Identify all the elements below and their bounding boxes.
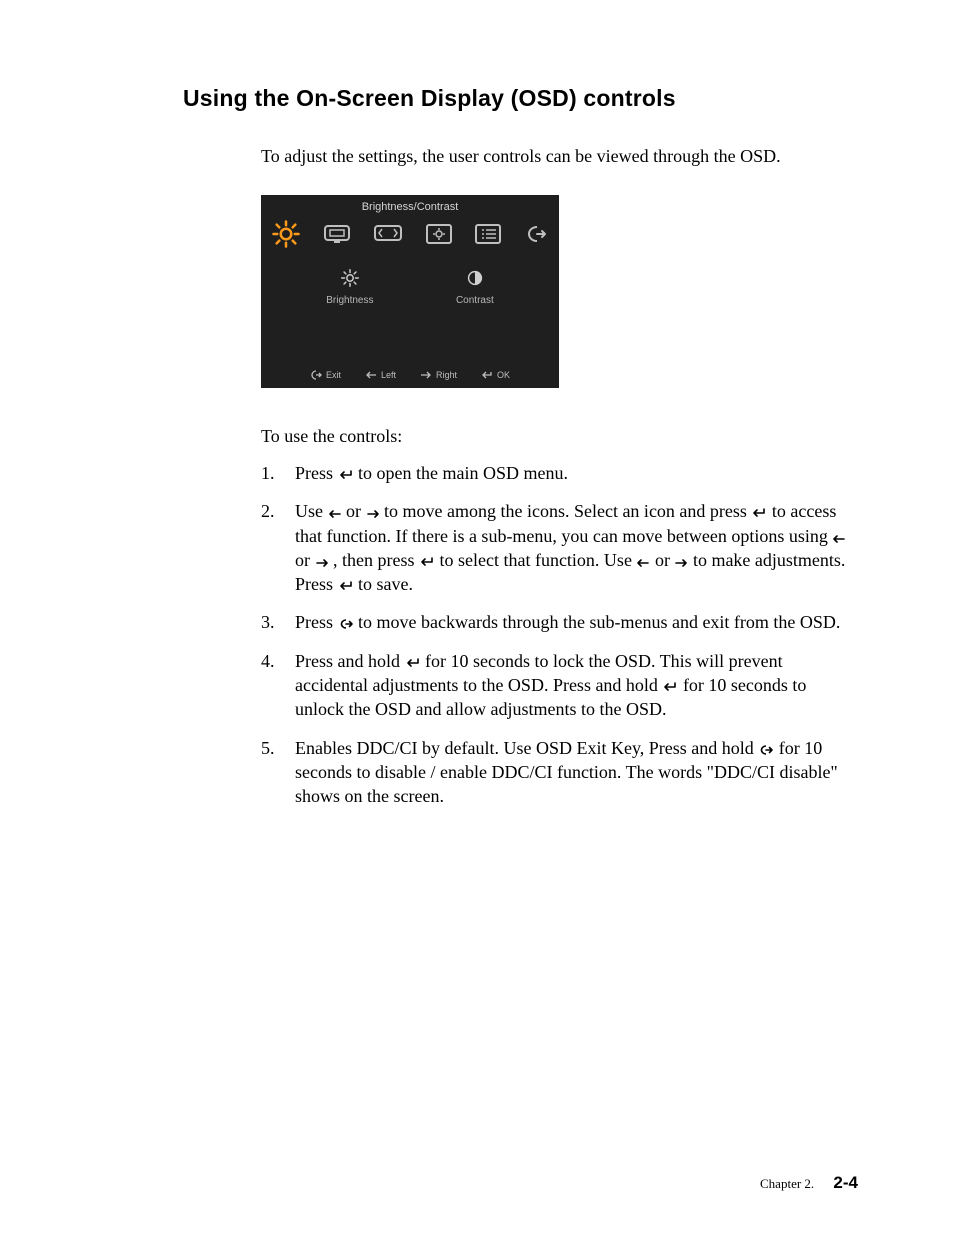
left-arrow-icon <box>832 534 846 544</box>
brightness-contrast-tab-icon <box>271 219 301 249</box>
osd-hint-left: Left <box>365 370 396 380</box>
brightness-label: Brightness <box>326 295 373 306</box>
enter-icon <box>338 580 354 592</box>
image-properties-tab-icon <box>373 223 403 245</box>
to-use-label: To use the controls: <box>261 426 858 447</box>
osd-hint-ok: OK <box>481 370 510 380</box>
exit-icon <box>758 744 774 756</box>
page-number: 2-4 <box>833 1173 858 1192</box>
left-arrow-icon <box>636 558 650 568</box>
chapter-label: Chapter 2. <box>760 1176 814 1191</box>
options-tab-icon <box>425 223 453 245</box>
osd-menu-figure: Brightness/Contrast <box>261 195 559 388</box>
page-footer: Chapter 2. 2-4 <box>760 1173 858 1193</box>
image-position-tab-icon <box>322 223 352 245</box>
enter-icon <box>338 469 354 481</box>
exit-icon <box>310 370 322 380</box>
menu-tab-icon <box>474 223 502 245</box>
brightness-submenu: Brightness <box>326 267 373 306</box>
right-arrow-icon <box>674 558 688 568</box>
right-arrow-icon <box>315 558 329 568</box>
instruction-4: 4. Press and hold for 10 seconds to lock… <box>261 649 858 722</box>
osd-footer-hints: Exit Left Right OK <box>261 364 559 388</box>
left-arrow-icon <box>365 371 377 379</box>
instruction-2: 2. Use or to move among the icons. Selec… <box>261 499 858 596</box>
osd-title: Brightness/Contrast <box>261 195 559 219</box>
osd-tab-row <box>261 219 559 259</box>
instruction-5: 5. Enables DDC/CI by default. Use OSD Ex… <box>261 736 858 809</box>
enter-icon <box>481 371 493 379</box>
right-arrow-icon <box>420 371 432 379</box>
contrast-submenu: Contrast <box>456 267 494 306</box>
enter-icon <box>405 657 421 669</box>
enter-icon <box>662 681 678 693</box>
exit-icon <box>338 618 354 630</box>
intro-paragraph: To adjust the settings, the user control… <box>261 146 858 167</box>
instruction-1: 1. Press to open the main OSD menu. <box>261 461 858 485</box>
osd-hint-exit: Exit <box>310 370 341 380</box>
instruction-list: 1. Press to open the main OSD menu. 2. U… <box>261 461 858 809</box>
osd-submenu-row: Brightness Contrast <box>261 259 559 306</box>
section-heading: Using the On-Screen Display (OSD) contro… <box>183 85 858 112</box>
contrast-label: Contrast <box>456 295 494 306</box>
exit-tab-icon <box>523 223 549 245</box>
osd-hint-right: Right <box>420 370 457 380</box>
enter-icon <box>419 556 435 568</box>
instruction-3: 3. Press to move backwards through the s… <box>261 610 858 634</box>
right-arrow-icon <box>366 509 380 519</box>
enter-icon <box>751 507 767 519</box>
left-arrow-icon <box>328 509 342 519</box>
